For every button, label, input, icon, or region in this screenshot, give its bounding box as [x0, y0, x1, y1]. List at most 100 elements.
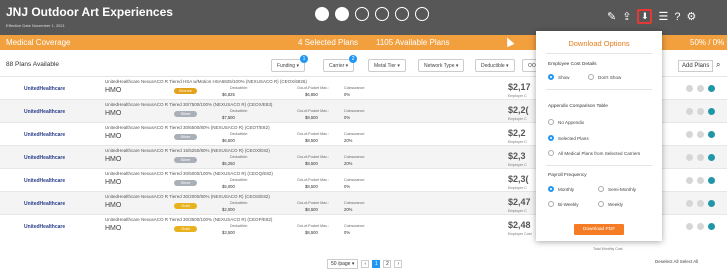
radio-icon[interactable] — [588, 74, 594, 80]
compare-icon[interactable] — [686, 223, 693, 230]
deductible-filter[interactable]: Deductible ▾ — [475, 59, 515, 72]
share-icon[interactable] — [355, 7, 369, 21]
plan-name[interactable]: UnitedHealthcare NexusACO R Tiered 30/65… — [105, 125, 270, 130]
heart-icon[interactable] — [697, 154, 704, 161]
available-plans[interactable]: 1105 Available Plans — [376, 38, 450, 47]
weekly-option[interactable]: Weekly — [598, 201, 623, 207]
export-icon[interactable]: ⇪ — [622, 10, 631, 23]
row-actions — [686, 154, 715, 161]
option-label: All Medical Plans from Selected Carriers — [558, 150, 641, 156]
add-icon[interactable] — [335, 7, 349, 21]
premium-value: $2,3( — [508, 174, 529, 184]
add-plans-button[interactable]: Add Plans — [678, 60, 714, 72]
row-actions — [686, 108, 715, 115]
plan-name[interactable]: UnitedHealthcare NexusACO R Tiered 30/50… — [105, 171, 273, 176]
gear-icon[interactable]: ⚙ — [686, 10, 696, 23]
network-type-filter[interactable]: Network Type ▾ — [418, 59, 465, 72]
people-icon[interactable] — [415, 7, 429, 21]
select-check-icon[interactable] — [708, 85, 715, 92]
carrier-logo: UnitedHealthcare — [24, 224, 66, 230]
contribution-select[interactable]: 50% / 0% ▾ — [690, 38, 727, 56]
select-check-icon[interactable] — [708, 131, 715, 138]
heart-icon[interactable] — [395, 7, 409, 21]
radio-icon[interactable] — [548, 119, 554, 125]
radio-icon[interactable] — [548, 135, 554, 141]
deductible-value: $5,000 — [222, 184, 235, 189]
menu-icon[interactable]: ☰ — [658, 10, 668, 23]
network-type: HMO — [105, 202, 122, 209]
employer-cost-label: Employer C — [508, 94, 527, 98]
radio-icon[interactable] — [548, 150, 554, 156]
employer-cost-label: Employer C — [508, 209, 527, 213]
radio-icon[interactable] — [598, 201, 604, 207]
carrier-logo: UnitedHealthcare — [24, 155, 66, 161]
premium-value: $2,47 — [508, 197, 531, 207]
view-icon[interactable] — [375, 7, 389, 21]
employer-cost-label: Employer C — [508, 117, 527, 121]
semi-monthly-option[interactable]: Semi-Monthly — [598, 186, 636, 192]
show-option[interactable]: Show — [548, 74, 570, 80]
network-type: HMO — [105, 87, 122, 94]
deductible-label: Deductible: — [230, 86, 248, 90]
heart-icon[interactable] — [697, 131, 704, 138]
pagination: 50 /page ▾ ‹ 1 2 › — [327, 259, 403, 269]
dont-show-option[interactable]: Don't Show — [588, 74, 621, 80]
radio-icon[interactable] — [548, 74, 554, 80]
heart-icon[interactable] — [697, 177, 704, 184]
metal-tier-filter[interactable]: Metal Tier ▾ — [368, 59, 406, 72]
heart-icon[interactable] — [697, 108, 704, 115]
carrier-filter[interactable]: Carrier ▾ 2 — [323, 55, 358, 72]
plan-name[interactable]: UnitedHealthcare NexusACO R Tiered 15/52… — [105, 148, 270, 153]
heart-icon[interactable] — [697, 85, 704, 92]
compare-icon[interactable] — [686, 108, 693, 115]
radio-icon[interactable] — [548, 201, 554, 207]
radio-icon[interactable] — [598, 186, 604, 192]
help-icon[interactable]: ? — [674, 11, 680, 23]
deductible-label: Deductible: — [230, 109, 248, 113]
heart-icon[interactable] — [697, 200, 704, 207]
compare-icon[interactable] — [686, 200, 693, 207]
info-icon[interactable] — [315, 7, 329, 21]
edit-icon[interactable]: ✎ — [607, 10, 616, 23]
download-pdf-button[interactable]: Download PDF — [574, 224, 624, 235]
search-icon[interactable]: ⌕ — [716, 60, 720, 70]
payroll-frequency-heading: Payroll Frequency — [548, 173, 587, 178]
compare-icon[interactable] — [686, 177, 693, 184]
plan-name[interactable]: UnitedHealthcare NexusACO R Tiered HSA w… — [105, 79, 307, 84]
plan-name[interactable]: UnitedHealthcare NexusACO R Tiered 30/20… — [105, 194, 270, 199]
all-plans-option[interactable]: All Medical Plans from Selected Carriers — [548, 150, 640, 156]
select-check-icon[interactable] — [708, 223, 715, 230]
deductible-value: $6,825 — [222, 92, 235, 97]
carrier-logo: UnitedHealthcare — [24, 109, 66, 115]
radio-icon[interactable] — [548, 186, 554, 192]
no-appendix-option[interactable]: No Appendix — [548, 119, 584, 125]
select-check-icon[interactable] — [708, 108, 715, 115]
bi-weekly-option[interactable]: Bi-Weekly — [548, 201, 579, 207]
funding-badge: 1 — [299, 55, 308, 63]
oop-value: $8,500 — [305, 138, 318, 143]
select-check-icon[interactable] — [708, 177, 715, 184]
heart-icon[interactable] — [697, 223, 704, 230]
selected-plans-option[interactable]: Selected Plans — [548, 135, 589, 141]
funding-filter[interactable]: Funding ▾ 1 — [271, 55, 308, 72]
download-icon[interactable]: ⬇ — [637, 9, 653, 24]
per-page-select[interactable]: 50 /page ▾ — [327, 259, 359, 269]
plan-name[interactable]: UnitedHealthcare NexusACO R Tiered 30/75… — [105, 102, 272, 107]
compare-icon[interactable] — [686, 131, 693, 138]
select-all-link[interactable]: Select All — [680, 259, 699, 264]
compare-icon[interactable] — [686, 85, 693, 92]
plan-name[interactable]: UnitedHealthcare NexusACO R Tiered 30/35… — [105, 217, 272, 222]
deselect-all-link[interactable]: Deselect All — [655, 259, 679, 264]
selected-plans[interactable]: 4 Selected Plans — [298, 38, 358, 47]
coinsurance-label: Coinsurance: — [344, 201, 366, 205]
select-check-icon[interactable] — [708, 154, 715, 161]
carrier-logo: UnitedHealthcare — [24, 86, 66, 92]
metal-tier-badge: Gold — [174, 226, 197, 232]
coinsurance-value: 0% — [344, 92, 351, 97]
deductible-label: Deductible: — [230, 178, 248, 182]
premium-value: $2,2( — [508, 105, 529, 115]
network-type: HMO — [105, 133, 122, 140]
select-check-icon[interactable] — [708, 200, 715, 207]
monthly-option[interactable]: Monthly — [548, 186, 574, 192]
compare-icon[interactable] — [686, 154, 693, 161]
